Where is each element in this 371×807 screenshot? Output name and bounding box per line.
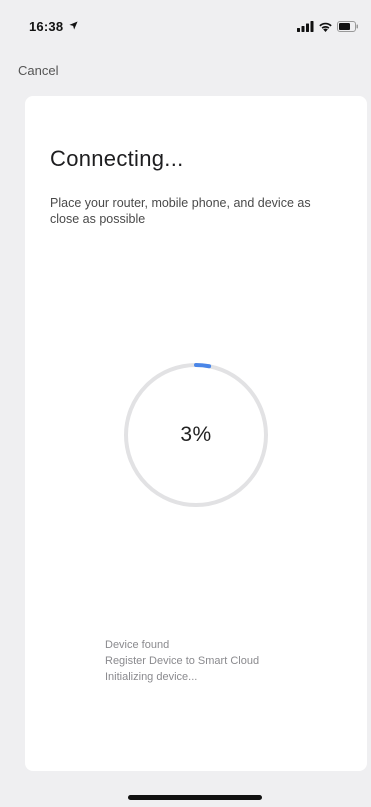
connecting-card: Connecting... Place your router, mobile … bbox=[25, 96, 367, 771]
status-bar: 16:38 bbox=[0, 0, 371, 52]
status-time: 16:38 bbox=[29, 19, 64, 34]
connection-steps: Device found Register Device to Smart Cl… bbox=[105, 637, 259, 685]
status-indicators bbox=[297, 19, 359, 33]
page-title: Connecting... bbox=[50, 146, 184, 171]
home-indicator bbox=[128, 795, 262, 800]
cancel-button[interactable]: Cancel bbox=[18, 63, 58, 78]
step-item: Device found bbox=[105, 639, 170, 651]
step-item: Initializing device... bbox=[105, 671, 198, 683]
instruction-text: Place your router, mobile phone, and dev… bbox=[50, 196, 311, 226]
cellular-signal-icon bbox=[297, 20, 314, 32]
battery-icon bbox=[337, 20, 358, 32]
step-item: Register Device to Smart Cloud bbox=[105, 655, 260, 667]
wifi-icon bbox=[319, 22, 332, 32]
progress-percent: 3% bbox=[180, 423, 212, 446]
location-arrow-icon bbox=[69, 21, 78, 30]
